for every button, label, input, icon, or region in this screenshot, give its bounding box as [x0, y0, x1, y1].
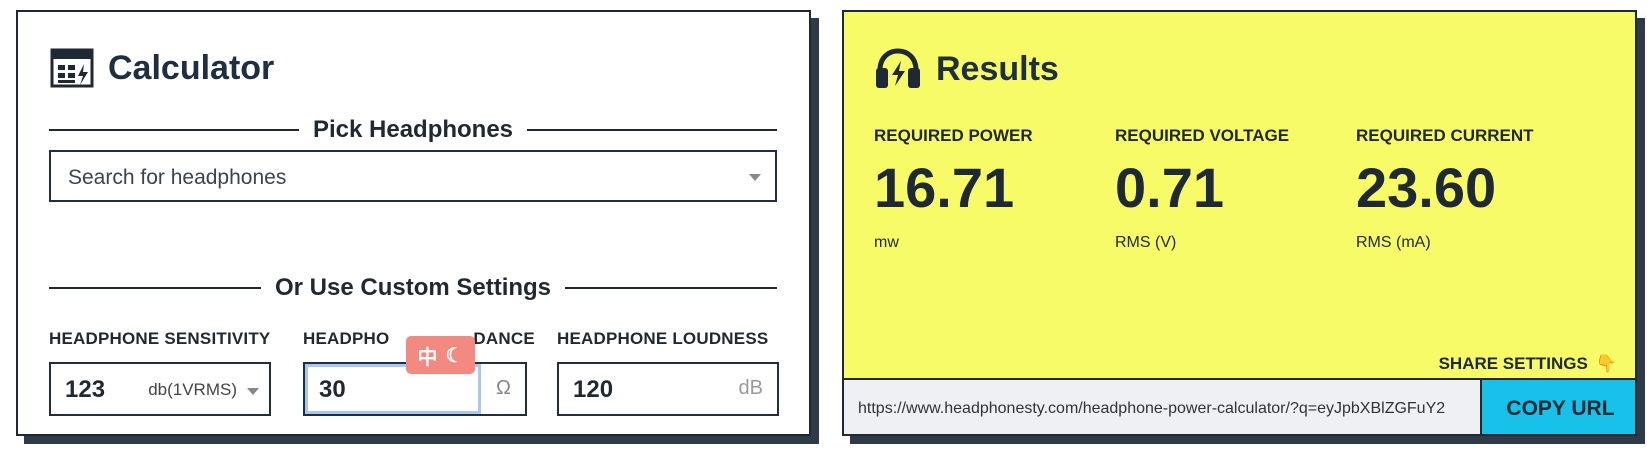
loudness-unit: dB: [738, 377, 763, 399]
sensitivity-input[interactable]: 123 db(1VRMS): [49, 362, 271, 416]
ime-char: 中: [417, 346, 438, 369]
loudness-label: HEADPHONE LOUDNESS: [557, 329, 769, 348]
calculator-panel: Calculator Pick Headphones Search for he…: [16, 10, 811, 436]
impedance-value: 30: [319, 376, 346, 403]
metric-value: 16.71: [874, 156, 1015, 219]
impedance-unit: Ω: [496, 377, 511, 399]
calculator-title: Calculator: [108, 48, 275, 87]
headphone-search-select[interactable]: Search for headphones: [49, 150, 777, 202]
metric-value: 23.60: [1356, 156, 1497, 219]
calculator-icon: [50, 48, 94, 88]
results-panel: Results REQUIRED POWER 16.71 mw REQUIRED…: [842, 10, 1637, 436]
metric-unit: mw: [874, 234, 899, 251]
sensitivity-unit-select[interactable]: db(1VRMS): [148, 380, 237, 400]
share-settings-label: SHARE SETTINGS 👇: [1438, 354, 1617, 373]
search-placeholder: Search for headphones: [68, 166, 287, 189]
share-url-text: https://www.headphonesty.com/headphone-p…: [858, 400, 1446, 417]
required-power-metric: REQUIRED POWER 16.71 mw: [874, 126, 1033, 252]
pick-headphones-heading: Pick Headphones: [312, 116, 514, 143]
required-current-metric: REQUIRED CURRENT 23.60 RMS (mA): [1356, 126, 1534, 252]
results-header: Results: [874, 48, 1059, 90]
chevron-down-icon: [247, 388, 259, 395]
loudness-value: 120: [573, 376, 614, 403]
chevron-down-icon: [749, 174, 761, 181]
custom-settings-heading: Or Use Custom Settings: [274, 274, 552, 301]
metric-label: REQUIRED POWER: [874, 126, 1033, 145]
pick-headphones-divider: Pick Headphones: [49, 116, 777, 144]
loudness-input[interactable]: 120 dB: [557, 362, 779, 416]
share-url-field[interactable]: https://www.headphonesty.com/headphone-p…: [844, 378, 1480, 434]
copy-url-button[interactable]: COPY URL: [1480, 378, 1635, 434]
results-title: Results: [936, 49, 1059, 88]
headphones-bolt-icon: [874, 48, 922, 90]
calculator-header: Calculator: [50, 48, 274, 88]
sensitivity-label: HEADPHONE SENSITIVITY: [49, 329, 271, 348]
metric-unit: RMS (V): [1115, 234, 1177, 251]
metric-label: REQUIRED VOLTAGE: [1115, 126, 1290, 145]
required-voltage-metric: REQUIRED VOLTAGE 0.71 RMS (V): [1115, 126, 1289, 252]
metric-value: 0.71: [1115, 156, 1224, 219]
metric-label: REQUIRED CURRENT: [1356, 126, 1534, 145]
metric-unit: RMS (mA): [1356, 234, 1431, 251]
pointing-down-icon: 👇: [1595, 354, 1617, 373]
ime-badge[interactable]: 中 ☾: [406, 336, 475, 374]
sensitivity-value: 123: [65, 376, 106, 403]
custom-settings-divider: Or Use Custom Settings: [49, 274, 778, 302]
moon-icon: ☾: [445, 344, 464, 367]
